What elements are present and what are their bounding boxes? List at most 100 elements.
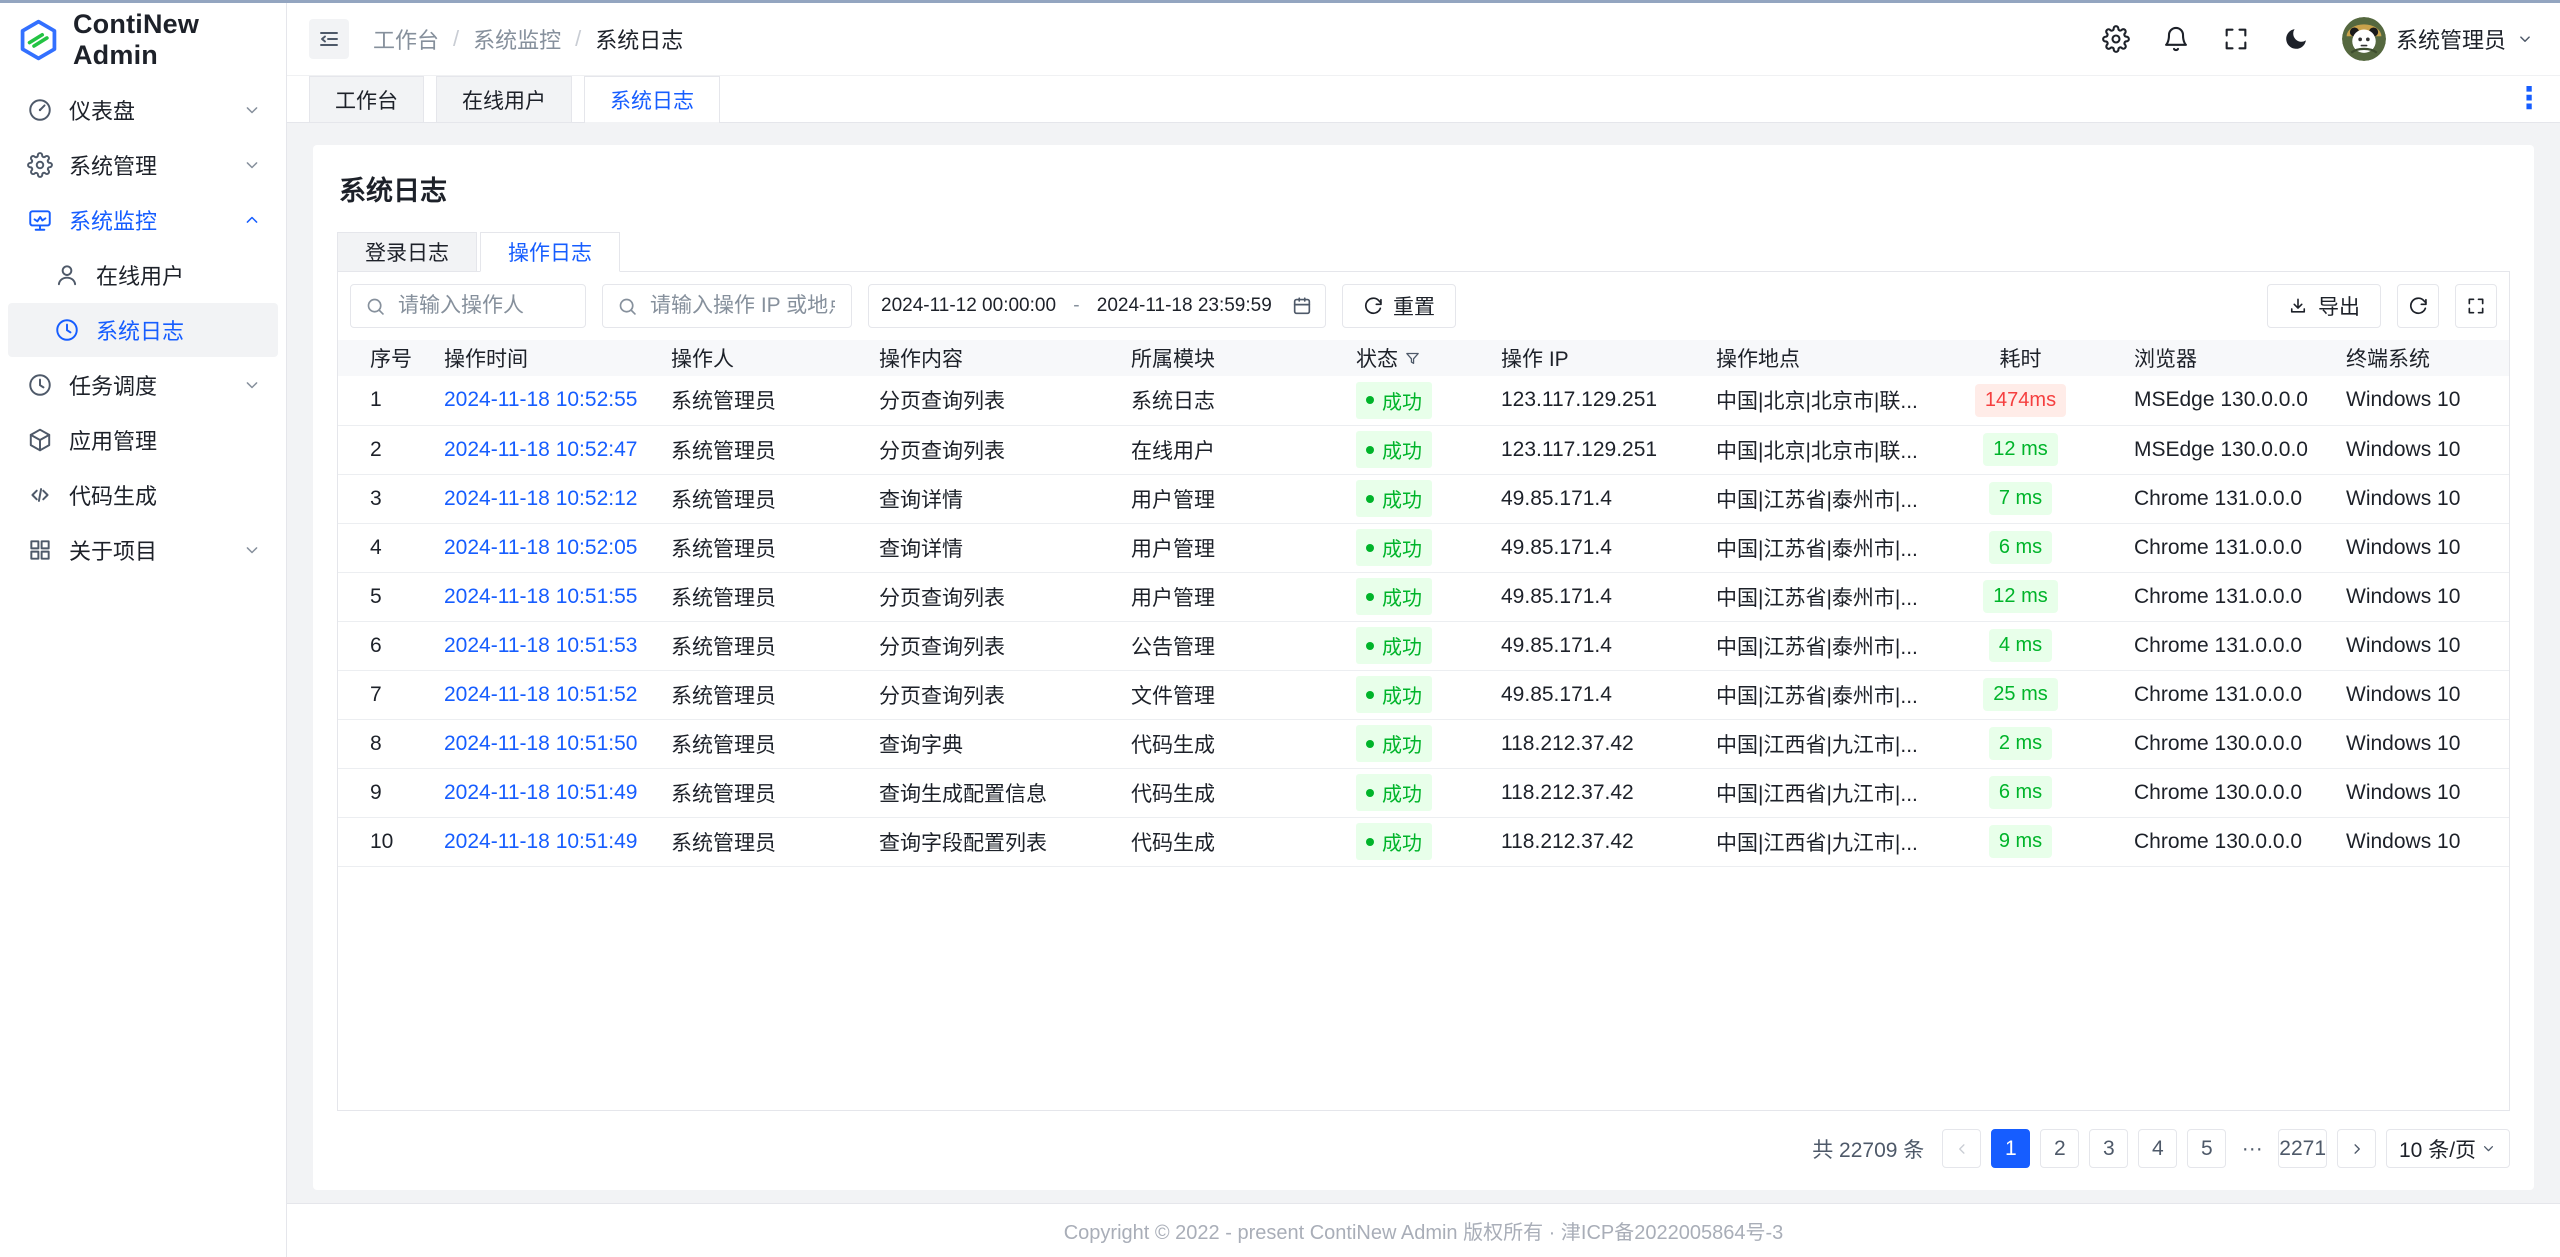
cell-ip: 49.85.171.4 — [1485, 474, 1700, 523]
cell-operator: 系统管理员 — [655, 670, 863, 719]
sidebar-item-app-management[interactable]: 应用管理 — [8, 413, 278, 467]
tab-bar: 工作台在线用户系统日志 ⋮ — [287, 76, 2560, 123]
time-link[interactable]: 2024-11-18 10:51:50 — [444, 732, 637, 755]
fullscreen-icon — [2466, 296, 2486, 316]
page-button-1[interactable]: 1 — [1991, 1129, 2030, 1168]
notifications-button[interactable] — [2162, 25, 2190, 53]
column-header-6: 操作 IP — [1485, 340, 1700, 376]
menu-fold-icon — [317, 27, 341, 51]
page-size-select[interactable]: 10 条/页 — [2386, 1129, 2510, 1168]
logo[interactable]: ContiNew Admin — [0, 3, 286, 76]
chevron-down-icon — [242, 155, 262, 175]
status-badge: 成功 — [1356, 676, 1432, 713]
nav-tab-2[interactable]: 系统日志 — [584, 76, 720, 122]
subtab-1[interactable]: 操作日志 — [480, 232, 620, 272]
cell-duration: 6 ms — [1931, 523, 2118, 572]
sidebar-item-label: 系统管理 — [69, 149, 157, 181]
sidebar-item-task-scheduling[interactable]: 任务调度 — [8, 358, 278, 412]
page-button-4[interactable]: 4 — [2138, 1129, 2177, 1168]
cell-no: 3 — [338, 474, 428, 523]
ip-input-field[interactable] — [648, 293, 837, 319]
table-row: 52024-11-18 10:51:55系统管理员分页查询列表用户管理成功49.… — [338, 572, 2510, 621]
cell-operator: 系统管理员 — [655, 719, 863, 768]
cell-module: 用户管理 — [1115, 523, 1340, 572]
page-button-5[interactable]: 5 — [2187, 1129, 2226, 1168]
sidebar-item-code-generation[interactable]: 代码生成 — [8, 468, 278, 522]
page-button-2[interactable]: 2 — [2040, 1129, 2079, 1168]
cell-no: 5 — [338, 572, 428, 621]
cell-status: 成功 — [1340, 670, 1485, 719]
page-button-3[interactable]: 3 — [2089, 1129, 2128, 1168]
nav-tab-1[interactable]: 在线用户 — [436, 76, 572, 122]
cell-status: 成功 — [1340, 768, 1485, 817]
time-link[interactable]: 2024-11-18 10:52:55 — [444, 388, 637, 411]
funnel-icon[interactable] — [1404, 350, 1421, 367]
sidebar-item-system-logs[interactable]: 系统日志 — [8, 303, 278, 357]
time-link[interactable]: 2024-11-18 10:52:05 — [444, 536, 637, 559]
time-link[interactable]: 2024-11-18 10:51:53 — [444, 634, 637, 657]
cell-duration: 4 ms — [1931, 621, 2118, 670]
sidebar-item-label: 任务调度 — [69, 369, 157, 401]
brand-name: ContiNew Admin — [73, 9, 286, 71]
clock-icon — [54, 317, 80, 343]
refresh-table-button[interactable] — [2397, 284, 2439, 328]
cell-operator: 系统管理员 — [655, 572, 863, 621]
sidebar-item-online-users[interactable]: 在线用户 — [8, 248, 278, 302]
cell-no: 9 — [338, 768, 428, 817]
user-menu[interactable]: 系统管理员 — [2342, 17, 2534, 61]
page-card: 系统日志 登录日志操作日志 2024-11-12 00:00:00 — [313, 145, 2534, 1190]
cell-ip: 123.117.129.251 — [1485, 425, 1700, 474]
sidebar-item-about-project[interactable]: 关于项目 — [8, 523, 278, 577]
subtab-0[interactable]: 登录日志 — [337, 232, 477, 272]
time-link[interactable]: 2024-11-18 10:51:52 — [444, 683, 637, 706]
breadcrumb-item-0[interactable]: 工作台 — [373, 23, 439, 55]
cell-os: Windows 10 — [2330, 523, 2510, 572]
operator-search-input[interactable] — [350, 284, 586, 328]
duration-badge: 9 ms — [1989, 825, 2052, 858]
date-range-picker[interactable]: 2024-11-12 00:00:00 - 2024-11-18 23:59:5… — [868, 284, 1326, 328]
table-panel: 2024-11-12 00:00:00 - 2024-11-18 23:59:5… — [337, 271, 2510, 1111]
page-button-2271[interactable]: 2271 — [2278, 1129, 2327, 1168]
ip-search-input[interactable] — [602, 284, 852, 328]
fullscreen-button[interactable] — [2222, 25, 2250, 53]
cell-ip: 118.212.37.42 — [1485, 768, 1700, 817]
export-label: 导出 — [2318, 291, 2360, 321]
sidebar-item-system-monitor[interactable]: 系统监控 — [8, 193, 278, 247]
cell-operator: 系统管理员 — [655, 621, 863, 670]
sidebar-item-system-management[interactable]: 系统管理 — [8, 138, 278, 192]
cell-time: 2024-11-18 10:52:12 — [428, 474, 655, 523]
time-link[interactable]: 2024-11-18 10:52:47 — [444, 438, 637, 461]
breadcrumb-item-1[interactable]: 系统监控 — [473, 23, 561, 55]
reset-button[interactable]: 重置 — [1342, 284, 1456, 328]
avatar — [2342, 17, 2386, 61]
table-row: 72024-11-18 10:51:52系统管理员分页查询列表文件管理成功49.… — [338, 670, 2510, 719]
chevron-down-icon — [242, 540, 262, 560]
cell-no: 10 — [338, 817, 428, 866]
tab-more-button[interactable]: ⋮ — [2498, 84, 2560, 114]
time-link[interactable]: 2024-11-18 10:51:49 — [444, 830, 637, 853]
pagination-ellipsis[interactable]: ··· — [2236, 1137, 2268, 1161]
log-subtabs: 登录日志操作日志 — [337, 232, 2510, 272]
sidebar-item-dashboard[interactable]: 仪表盘 — [8, 83, 278, 137]
time-link[interactable]: 2024-11-18 10:52:12 — [444, 487, 637, 510]
cell-content: 查询生成配置信息 — [863, 768, 1115, 817]
cell-os: Windows 10 — [2330, 768, 2510, 817]
column-header-4: 所属模块 — [1115, 340, 1340, 376]
settings-button[interactable] — [2102, 25, 2130, 53]
time-link[interactable]: 2024-11-18 10:51:55 — [444, 585, 637, 608]
operator-input-field[interactable] — [396, 293, 571, 319]
dark-mode-button[interactable] — [2282, 25, 2310, 53]
duration-badge: 6 ms — [1989, 531, 2052, 564]
cell-no: 7 — [338, 670, 428, 719]
export-button[interactable]: 导出 — [2267, 284, 2381, 328]
bell-icon — [2162, 25, 2190, 53]
sidebar-item-label: 应用管理 — [69, 424, 157, 456]
next-page-button[interactable] — [2337, 1129, 2376, 1168]
chevron-down-icon — [2480, 1140, 2497, 1157]
cell-os: Windows 10 — [2330, 719, 2510, 768]
table-fullscreen-button[interactable] — [2455, 284, 2497, 328]
prev-page-button[interactable] — [1942, 1129, 1981, 1168]
collapse-sidebar-button[interactable] — [309, 19, 349, 59]
time-link[interactable]: 2024-11-18 10:51:49 — [444, 781, 637, 804]
nav-tab-0[interactable]: 工作台 — [309, 76, 424, 122]
